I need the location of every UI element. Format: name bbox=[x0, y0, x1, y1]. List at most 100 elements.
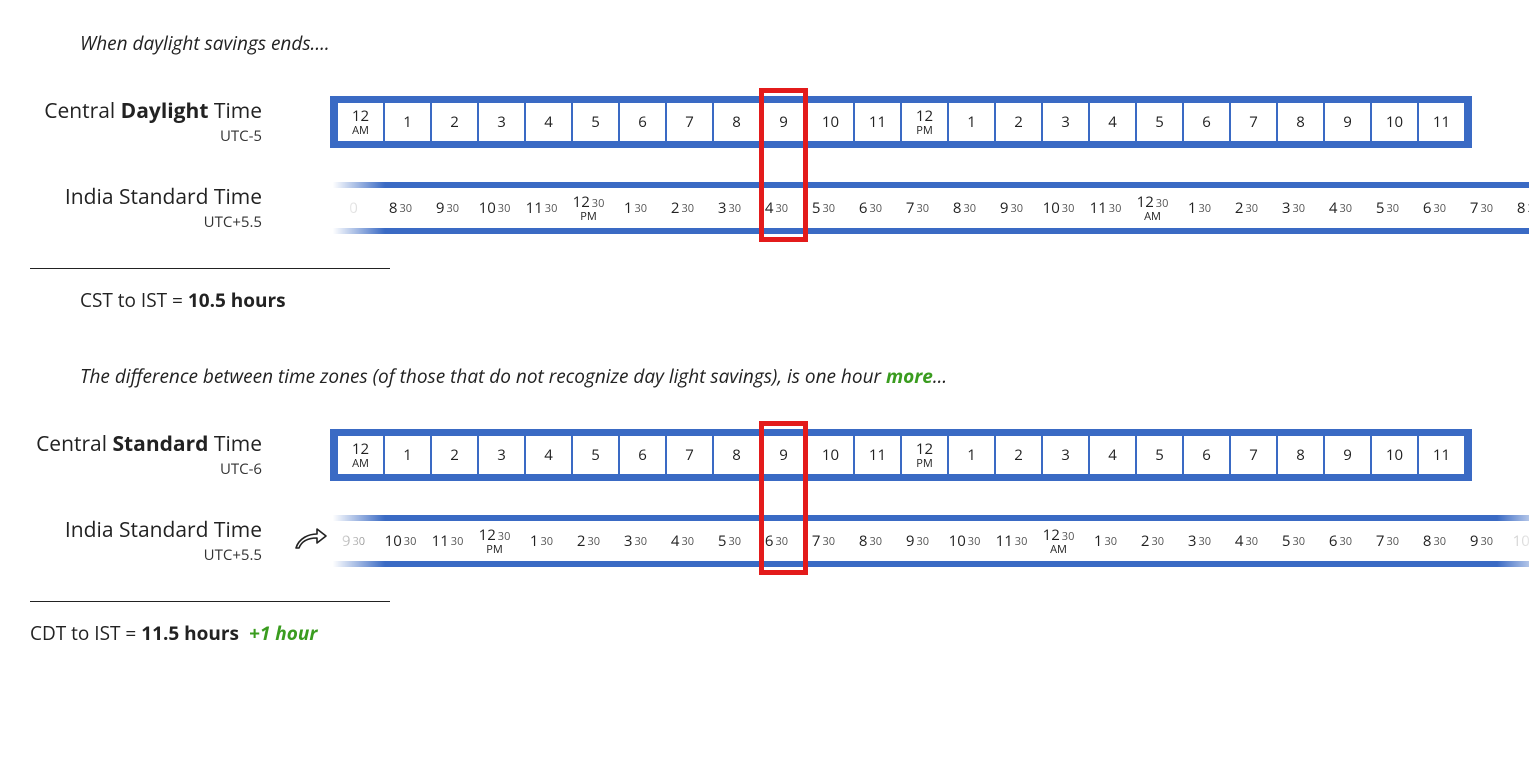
time-cell: 730 bbox=[1459, 189, 1504, 227]
time-cell: 930 bbox=[1459, 522, 1504, 560]
time-cell: 330 bbox=[707, 189, 752, 227]
row-ist-1: India Standard Time UTC+5.5 083093010301… bbox=[0, 182, 1529, 234]
time-cell: 430 bbox=[660, 522, 705, 560]
time-cell: 1 bbox=[949, 436, 994, 474]
time-cell: 830 bbox=[1506, 189, 1529, 227]
row-ist-2: India Standard Time UTC+5.5 930103011301… bbox=[0, 515, 1529, 567]
divider-1 bbox=[30, 268, 390, 269]
time-cell: 630 bbox=[1412, 189, 1457, 227]
arrow-col bbox=[290, 526, 330, 556]
tz-name-post: Time bbox=[208, 430, 262, 458]
time-cell: 4 bbox=[526, 103, 571, 141]
label-ist-1: India Standard Time UTC+5.5 bbox=[0, 184, 290, 232]
time-cell: 5 bbox=[1137, 103, 1182, 141]
tz-utc-cst: UTC-6 bbox=[0, 459, 262, 479]
time-cell: 530 bbox=[801, 189, 846, 227]
time-cell: 2 bbox=[432, 103, 477, 141]
time-cell: 3 bbox=[1043, 436, 1088, 474]
tz-name-post: Time bbox=[208, 97, 262, 125]
time-cell: 11 bbox=[1419, 436, 1464, 474]
time-cell: 9 bbox=[761, 103, 806, 141]
tz-name-ist-2: India Standard Time bbox=[0, 517, 262, 543]
result-bold: 11.5 hours bbox=[141, 620, 239, 646]
time-cell: 1030 bbox=[378, 522, 423, 560]
label-cdt: Central Daylight Time UTC-5 bbox=[0, 98, 290, 146]
time-cell: 1030 bbox=[472, 189, 517, 227]
time-cell: 7 bbox=[1231, 103, 1276, 141]
time-strip-cst: 12AM123456789101112PM1234567891011 bbox=[330, 429, 1472, 481]
time-cell: 230 bbox=[1224, 189, 1269, 227]
time-cell: 130 bbox=[1083, 522, 1128, 560]
result-2: CDT to IST = 11.5 hours+1 hour bbox=[30, 620, 1529, 646]
time-cell: 10 bbox=[1372, 103, 1417, 141]
label-cst: Central Standard Time UTC-6 bbox=[0, 431, 290, 479]
time-cell: 11 bbox=[855, 103, 900, 141]
time-cell: 12AM bbox=[338, 436, 383, 474]
time-cell: 230 bbox=[660, 189, 705, 227]
time-cell: 1130 bbox=[425, 522, 470, 560]
time-cell: 6 bbox=[620, 436, 665, 474]
time-cell: 6 bbox=[1184, 103, 1229, 141]
result-pre: CDT to IST = bbox=[30, 620, 141, 646]
time-cell: 7 bbox=[667, 103, 712, 141]
time-cell: 10 bbox=[808, 103, 853, 141]
time-cell: 930 bbox=[425, 189, 470, 227]
time-cell: 1230PM bbox=[566, 189, 611, 227]
time-cell: 1 bbox=[949, 103, 994, 141]
time-cell: 12PM bbox=[902, 103, 947, 141]
time-cell: 12AM bbox=[338, 103, 383, 141]
time-cell: 11 bbox=[855, 436, 900, 474]
intro-post: ... bbox=[933, 363, 947, 389]
time-cell: 10 bbox=[1372, 436, 1417, 474]
section-standard: The difference between time zones (of th… bbox=[0, 363, 1529, 646]
intro-pre: The difference between time zones (of th… bbox=[80, 363, 886, 389]
time-cell: 330 bbox=[613, 522, 658, 560]
time-cell: 4 bbox=[526, 436, 571, 474]
time-cell: 1230AM bbox=[1130, 189, 1175, 227]
row-cdt: Central Daylight Time UTC-5 12AM12345678… bbox=[0, 96, 1529, 148]
time-cell: 3 bbox=[479, 436, 524, 474]
divider-2 bbox=[30, 601, 390, 602]
time-cell: 1 bbox=[385, 103, 430, 141]
intro-more: more bbox=[886, 363, 933, 389]
time-cell: 2 bbox=[996, 103, 1041, 141]
time-cell: 8 bbox=[714, 436, 759, 474]
time-cell: 830 bbox=[848, 522, 893, 560]
time-cell: 3 bbox=[1043, 103, 1088, 141]
time-cell: 630 bbox=[848, 189, 893, 227]
time-cell: 1130 bbox=[1083, 189, 1128, 227]
time-cell: 430 bbox=[1224, 522, 1269, 560]
section-daylight: When daylight savings ends.... Central D… bbox=[0, 30, 1529, 313]
time-cell: 0 bbox=[331, 189, 376, 227]
time-cell: 8 bbox=[1278, 103, 1323, 141]
time-cell: 130 bbox=[1177, 189, 1222, 227]
time-cell: 1 bbox=[385, 436, 430, 474]
result-pre: CST to IST = bbox=[80, 287, 188, 313]
time-cell: 530 bbox=[707, 522, 752, 560]
time-strip-ist-1: 0830930103011301230PM1302303304305306307… bbox=[330, 182, 1529, 234]
time-cell: 130 bbox=[613, 189, 658, 227]
time-cell: 930 bbox=[989, 189, 1034, 227]
tz-name-bold: Standard bbox=[112, 430, 208, 458]
time-cell: 230 bbox=[566, 522, 611, 560]
time-cell: 1130 bbox=[519, 189, 564, 227]
intro-text-1: When daylight savings ends.... bbox=[80, 30, 1529, 56]
time-cell: 4 bbox=[1090, 436, 1135, 474]
tz-utc-ist-2: UTC+5.5 bbox=[0, 545, 262, 565]
time-cell: 8 bbox=[1278, 436, 1323, 474]
time-cell: 1230PM bbox=[472, 522, 517, 560]
time-cell: 730 bbox=[801, 522, 846, 560]
time-cell: 12PM bbox=[902, 436, 947, 474]
time-cell: 9 bbox=[1325, 436, 1370, 474]
time-cell: 830 bbox=[1412, 522, 1457, 560]
row-cst: Central Standard Time UTC-6 12AM12345678… bbox=[0, 429, 1529, 481]
tz-name-cdt: Central Daylight Time bbox=[0, 98, 262, 124]
tz-utc-cdt: UTC-5 bbox=[0, 126, 262, 146]
time-strip-ist-2: 930103011301230PM13023033043053063073083… bbox=[330, 515, 1529, 567]
time-cell: 330 bbox=[1271, 189, 1316, 227]
time-cell: 6 bbox=[620, 103, 665, 141]
time-cell: 430 bbox=[754, 189, 799, 227]
time-cell: 1230AM bbox=[1036, 522, 1081, 560]
time-cell: 5 bbox=[573, 436, 618, 474]
time-cell: 7 bbox=[667, 436, 712, 474]
